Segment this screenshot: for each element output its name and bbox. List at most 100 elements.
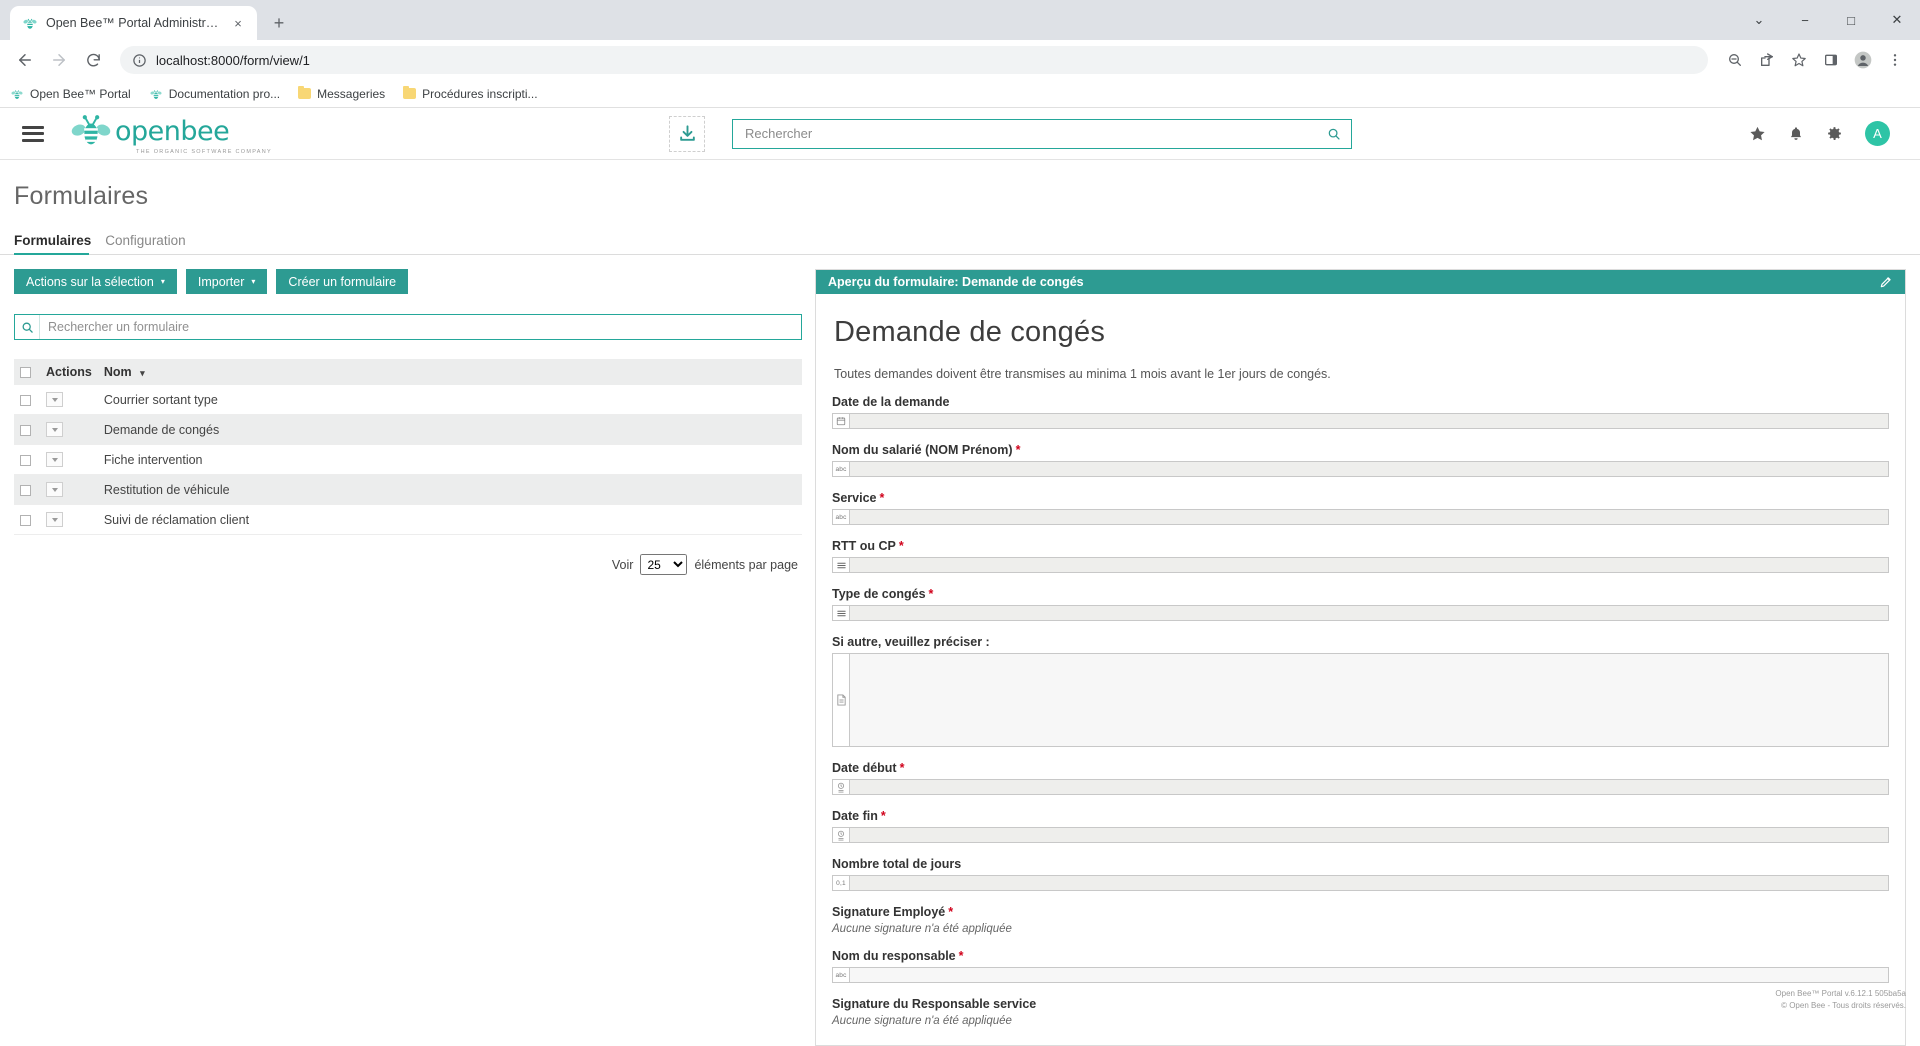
- table-row[interactable]: Courrier sortant type: [14, 385, 802, 415]
- row-actions-button[interactable]: [46, 512, 63, 527]
- date-input[interactable]: [832, 413, 1889, 429]
- app-footer: Open Bee™ Portal v.6.12.1 505ba5a © Open…: [1775, 988, 1906, 1012]
- navigation-bar: localhost:8000/form/view/1: [0, 40, 1920, 80]
- tab-search-chevron-icon[interactable]: ⌄: [1736, 0, 1782, 40]
- row-actions-button[interactable]: [46, 452, 63, 467]
- row-checkbox[interactable]: [20, 394, 31, 406]
- share-icon[interactable]: [1752, 45, 1782, 75]
- textarea-input[interactable]: [832, 653, 1889, 747]
- search-icon[interactable]: [1327, 127, 1341, 141]
- row-select-cell: [14, 414, 40, 445]
- create-form-button[interactable]: Créer un formulaire: [276, 269, 409, 294]
- hamburger-icon[interactable]: [22, 125, 44, 142]
- close-window-button[interactable]: ✕: [1874, 0, 1920, 40]
- search-input[interactable]: [743, 125, 1327, 142]
- field-signature-employe: Signature Employé * Aucune signature n'a …: [832, 905, 1889, 935]
- table-row[interactable]: Restitution de véhicule: [14, 474, 802, 505]
- avatar[interactable]: A: [1864, 121, 1890, 146]
- bookmark-item[interactable]: Open Bee™ Portal: [10, 87, 131, 101]
- search-icon[interactable]: [15, 315, 40, 339]
- maximize-button[interactable]: □: [1828, 0, 1874, 40]
- reload-button[interactable]: [78, 45, 108, 75]
- datetime-input[interactable]: [832, 827, 1889, 843]
- form-search[interactable]: [14, 314, 802, 340]
- row-actions-cell: [40, 444, 98, 475]
- actions-header: Actions: [40, 359, 98, 385]
- field-label: Service *: [832, 491, 1889, 505]
- global-search[interactable]: [732, 118, 1352, 149]
- gear-icon[interactable]: [1826, 125, 1843, 142]
- forward-button[interactable]: [44, 45, 74, 75]
- close-icon[interactable]: ×: [229, 14, 247, 32]
- select-input[interactable]: [832, 557, 1889, 573]
- text-input-field[interactable]: [850, 510, 1888, 524]
- field-label: Signature du Responsable service: [832, 997, 1889, 1011]
- row-checkbox[interactable]: [20, 514, 31, 526]
- app-header: openbee THE ORGANIC SOFTWARE COMPANY Rec…: [0, 108, 1920, 160]
- row-name-cell: Fiche intervention: [97, 444, 802, 475]
- row-actions-button[interactable]: [46, 392, 63, 407]
- row-actions-button[interactable]: [46, 482, 63, 497]
- text-input[interactable]: abc: [832, 509, 1889, 525]
- text-input-field[interactable]: [850, 462, 1888, 476]
- side-panel-icon[interactable]: [1816, 45, 1846, 75]
- page-size-select[interactable]: 10 25 50 100: [640, 554, 688, 575]
- new-tab-button[interactable]: +: [265, 9, 293, 37]
- select-input-field[interactable]: [850, 606, 1888, 620]
- table-row[interactable]: Fiche intervention: [14, 444, 802, 475]
- datetime-input-field[interactable]: [850, 828, 1888, 842]
- bookmark-star-icon[interactable]: [1784, 45, 1814, 75]
- row-actions-button[interactable]: [46, 422, 63, 437]
- row-checkbox[interactable]: [20, 424, 31, 436]
- select-input-field[interactable]: [850, 558, 1888, 572]
- bookmark-label: Procédures inscripti...: [422, 86, 538, 101]
- table-row[interactable]: Demande de congés: [14, 414, 802, 445]
- profile-icon[interactable]: [1848, 45, 1878, 75]
- form-search-input[interactable]: [40, 315, 801, 339]
- minimize-button[interactable]: −: [1782, 0, 1828, 40]
- text-input-field[interactable]: [850, 968, 1888, 982]
- menu-dots-icon[interactable]: [1880, 45, 1910, 75]
- text-input[interactable]: abc: [832, 461, 1889, 477]
- bookmark-item[interactable]: Documentation pro...: [149, 87, 280, 101]
- bookmark-item[interactable]: Procédures inscripti...: [403, 86, 538, 101]
- back-button[interactable]: [10, 45, 40, 75]
- tab-formulaires[interactable]: Formulaires: [14, 233, 97, 255]
- date-input-field[interactable]: [850, 414, 1888, 428]
- select-all-checkbox[interactable]: [20, 367, 31, 379]
- datetime-input-field[interactable]: [850, 780, 1888, 794]
- star-icon[interactable]: [1749, 125, 1766, 142]
- number-input[interactable]: 0,1: [832, 875, 1889, 891]
- forms-list-panel: Actions sur la sélection ▾ Importer ▾ Cr…: [14, 269, 802, 1046]
- number-input-field[interactable]: [850, 876, 1888, 890]
- form-title: Demande de congés: [834, 316, 1106, 348]
- textarea-input-field[interactable]: [850, 654, 1888, 746]
- bell-icon[interactable]: [1788, 126, 1804, 142]
- bulk-actions-button[interactable]: Actions sur la sélection ▾: [14, 269, 177, 294]
- select-input[interactable]: [832, 605, 1889, 621]
- text-input[interactable]: abc: [832, 967, 1889, 983]
- datetime-input[interactable]: [832, 779, 1889, 795]
- openbee-logo[interactable]: openbee THE ORGANIC SOFTWARE COMPANY: [70, 113, 272, 155]
- footer-copyright: © Open Bee - Tous droits réservés.: [1781, 1001, 1906, 1010]
- zoom-out-icon[interactable]: [1720, 45, 1750, 75]
- row-checkbox[interactable]: [20, 484, 31, 496]
- tab-configuration[interactable]: Configuration: [105, 233, 191, 254]
- pencil-icon[interactable]: [1879, 275, 1893, 289]
- field-label: Date de la demande: [832, 395, 1889, 409]
- browser-tab[interactable]: Open Bee™ Portal Administrator ×: [10, 6, 257, 40]
- download-icon[interactable]: [669, 115, 705, 152]
- info-circle-icon[interactable]: [132, 53, 147, 68]
- field-label-text: Date de la demande: [832, 395, 950, 409]
- address-bar[interactable]: localhost:8000/form/view/1: [120, 46, 1708, 74]
- bookmark-item[interactable]: Messageries: [298, 86, 385, 101]
- table-row[interactable]: Suivi de réclamation client: [14, 504, 802, 535]
- row-checkbox[interactable]: [20, 454, 31, 466]
- field-date-debut: Date début *: [832, 761, 1889, 795]
- field-label-text: Nom du responsable: [832, 949, 956, 963]
- import-button[interactable]: Importer ▾: [185, 269, 268, 294]
- field-si-autre-preciser: Si autre, veuillez préciser :: [832, 635, 1889, 747]
- field-label: Nom du responsable *: [832, 949, 1889, 963]
- row-select-cell: [14, 444, 40, 475]
- name-header[interactable]: Nom ▾: [97, 359, 802, 385]
